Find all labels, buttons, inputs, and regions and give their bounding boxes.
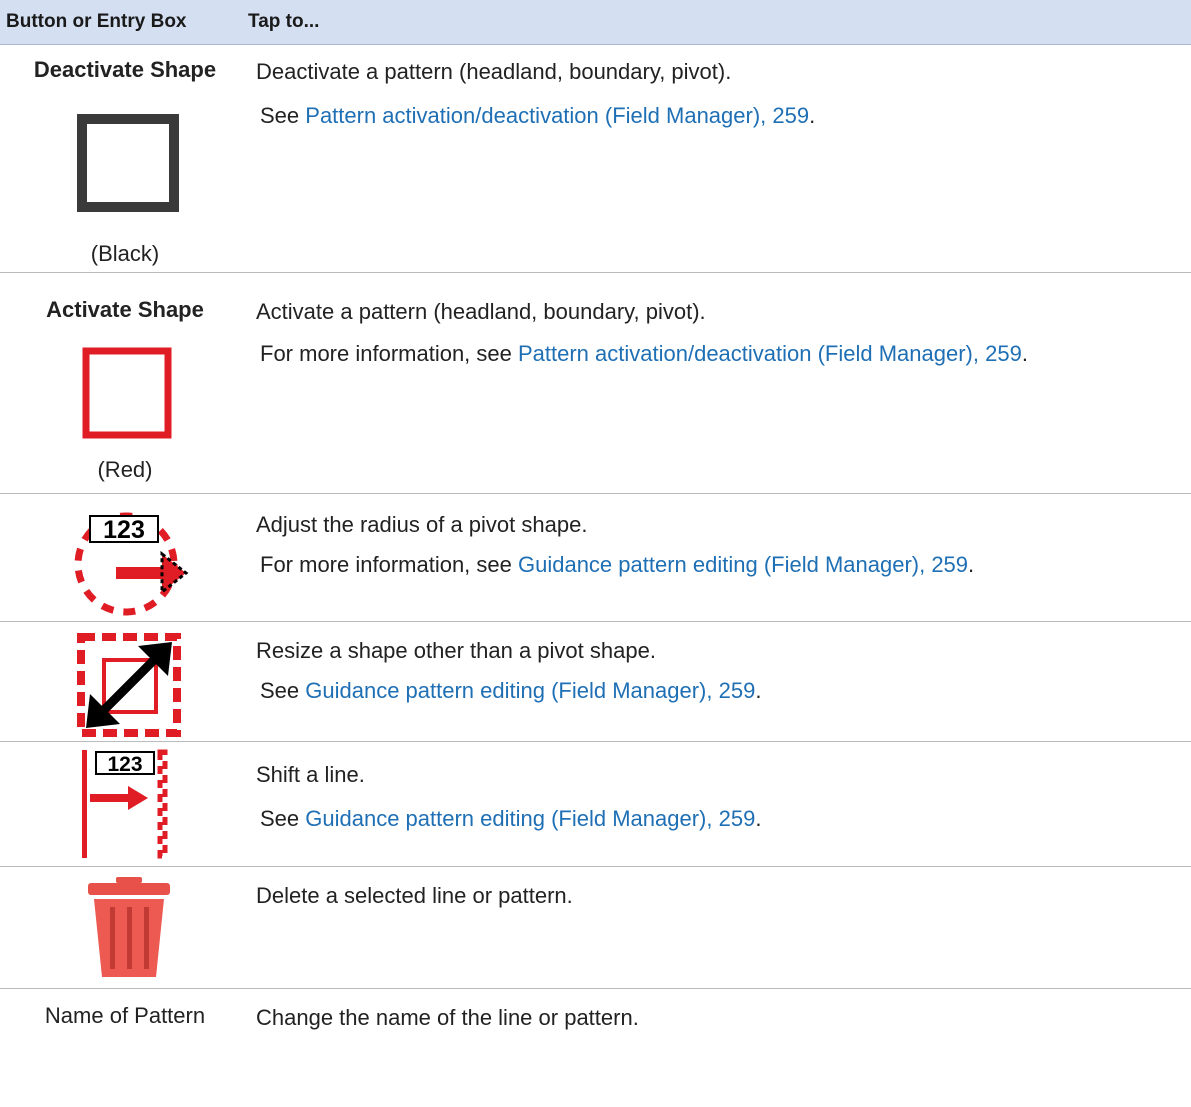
row-reference: See Pattern activation/deactivation (Fie… — [260, 103, 816, 128]
row-reference: See Guidance pattern editing (Field Mana… — [260, 678, 762, 703]
row-description: Delete a selected line or pattern. — [256, 883, 573, 908]
table-row: 123 Adjust the radius of a pivot shape. … — [0, 494, 1191, 622]
pivot-icon-label: 123 — [103, 516, 145, 544]
row-reference: For more information, see Pattern activa… — [260, 341, 1028, 366]
row-label-activate-shape: Activate Shape — [46, 297, 204, 322]
table-row: Resize a shape other than a pivot shape.… — [0, 622, 1191, 742]
row-description: Activate a pattern (headland, boundary, … — [256, 299, 706, 324]
row-description: Deactivate a pattern (headland, boundary… — [256, 59, 732, 84]
link-pattern-activation[interactable]: Pattern activation/deactivation (Field M… — [518, 341, 1022, 366]
header-col-action: Tap to... — [248, 11, 320, 32]
table-header: Button or Entry Box Tap to... — [0, 0, 1191, 45]
row-caption-black: (Black) — [90, 241, 160, 266]
link-pattern-activation[interactable]: Pattern activation/deactivation (Field M… — [305, 103, 809, 128]
row-label-name-of-pattern[interactable]: Name of Pattern — [0, 1003, 250, 1029]
row-caption-red: (Red) — [97, 457, 153, 482]
table-row: Deactivate Shape (Black) Deactivate a pa… — [0, 45, 1191, 273]
table-row: Activate Shape (Red) Activate a pattern … — [0, 273, 1191, 494]
row-description: Adjust the radius of a pivot shape. — [256, 512, 588, 537]
row-reference: See Guidance pattern editing (Field Mana… — [260, 806, 762, 831]
black-square-outline-icon[interactable] — [76, 113, 180, 213]
link-guidance-pattern-editing[interactable]: Guidance pattern editing (Field Manager)… — [305, 678, 755, 703]
row-description: Resize a shape other than a pivot shape. — [256, 638, 656, 663]
table-row: Delete a selected line or pattern. — [0, 867, 1191, 989]
link-guidance-pattern-editing[interactable]: Guidance pattern editing (Field Manager)… — [518, 552, 968, 577]
row-description: Change the name of the line or pattern. — [256, 1005, 639, 1030]
row-label-deactivate-shape: Deactivate Shape — [33, 57, 217, 82]
row-description: Shift a line. — [256, 762, 365, 787]
row-reference: For more information, see Guidance patte… — [260, 552, 975, 577]
trash-icon[interactable] — [86, 875, 172, 979]
link-guidance-pattern-editing[interactable]: Guidance pattern editing (Field Manager)… — [305, 806, 755, 831]
shift-icon-label: 123 — [107, 753, 142, 776]
table-row: Name of Pattern Change the name of the l… — [0, 989, 1191, 1099]
shift-line-icon[interactable]: 123 — [80, 748, 176, 860]
button-reference-table: Button or Entry Box Tap to... Deactivate… — [0, 0, 1191, 1099]
red-square-outline-icon[interactable] — [82, 347, 172, 439]
pivot-radius-icon[interactable]: 123 — [58, 512, 196, 618]
resize-shape-icon[interactable] — [76, 632, 182, 738]
table-row: 123 Shift a line. See Guidance pattern e… — [0, 742, 1191, 867]
header-col-button: Button or Entry Box — [6, 11, 187, 32]
